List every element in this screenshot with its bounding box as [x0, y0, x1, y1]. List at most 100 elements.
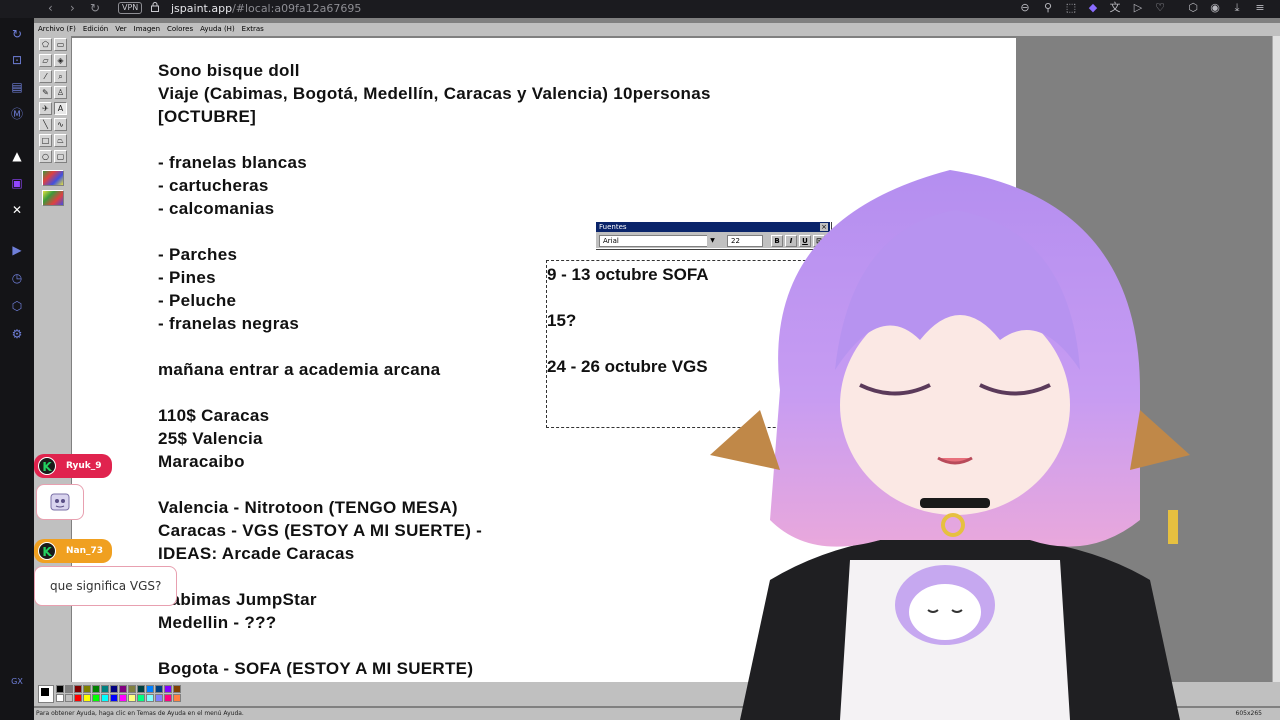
- pencil-tool[interactable]: ✎: [39, 86, 52, 99]
- chat-message-2: que significa VGS?: [34, 566, 177, 606]
- back-icon[interactable]: ‹: [48, 1, 53, 15]
- canvas-line: [158, 128, 711, 151]
- shop-icon[interactable]: ⊡: [9, 52, 25, 68]
- palette-swatch[interactable]: [92, 694, 100, 702]
- palette-swatch[interactable]: [83, 694, 91, 702]
- rectangle-tool[interactable]: □: [39, 134, 52, 147]
- palette-swatch[interactable]: [119, 685, 127, 693]
- send-icon[interactable]: ▷: [1131, 1, 1145, 15]
- x-icon[interactable]: ✕: [9, 202, 25, 218]
- palette-swatch[interactable]: [74, 685, 82, 693]
- canvas-line: Caracas - VGS (ESTOY A MI SUERTE) -: [158, 521, 483, 540]
- canvas-line: [OCTUBRE]: [158, 107, 257, 126]
- translate-icon[interactable]: 文: [1108, 1, 1122, 15]
- reload-icon[interactable]: ↻: [90, 1, 100, 15]
- zoom-icon[interactable]: ⊖: [1018, 1, 1032, 15]
- status-canvas-size: 605x265: [1235, 710, 1262, 717]
- browser-toolbar: ‹ › ↻ VPN jspaint.app/#local:a09fa12a676…: [0, 0, 1280, 18]
- extensions-icon[interactable]: ⬡: [9, 298, 25, 314]
- extra-tool-2[interactable]: [42, 190, 64, 206]
- palette-swatch[interactable]: [56, 694, 64, 702]
- vtuber-avatar: [710, 170, 1190, 720]
- screenshot-icon[interactable]: ⬚: [1064, 1, 1078, 15]
- address-bar[interactable]: jspaint.app/#local:a09fa12a67695: [171, 2, 361, 15]
- palette-swatch[interactable]: [65, 694, 73, 702]
- twitch-icon[interactable]: ▣: [9, 175, 25, 191]
- heart-icon[interactable]: ♡: [1153, 1, 1167, 15]
- palette-swatch[interactable]: [137, 685, 145, 693]
- refresh-icon[interactable]: ↻: [9, 26, 25, 42]
- menu-colors[interactable]: Colores: [167, 25, 193, 33]
- rounded-rectangle-tool[interactable]: ▢: [54, 150, 67, 163]
- palette-swatch[interactable]: [83, 685, 91, 693]
- pin-icon[interactable]: ⚲: [1041, 1, 1055, 15]
- palette-swatch[interactable]: [155, 694, 163, 702]
- color-picker-tool[interactable]: ⁄: [39, 70, 52, 83]
- palette-swatch[interactable]: [101, 694, 109, 702]
- primary-color: [41, 688, 49, 696]
- arc-icon[interactable]: ▲: [9, 148, 25, 164]
- palette-swatch[interactable]: [56, 685, 64, 693]
- current-colors[interactable]: [38, 685, 54, 703]
- canvas-line: 25$ Valencia: [158, 429, 263, 448]
- palette-swatch[interactable]: [119, 694, 127, 702]
- free-select-tool[interactable]: ⬠: [39, 38, 52, 51]
- canvas-line: Cabimas JumpStar: [158, 590, 317, 609]
- magnifier-tool[interactable]: ⌕: [54, 70, 67, 83]
- play-icon[interactable]: ▶: [9, 242, 25, 258]
- settings-icon[interactable]: ⚙: [9, 326, 25, 342]
- brush-tool[interactable]: ♙: [54, 86, 67, 99]
- menu-icon[interactable]: ≡: [1253, 1, 1267, 15]
- canvas-line: [158, 634, 711, 657]
- forward-icon[interactable]: ›: [70, 1, 75, 15]
- palette-swatch[interactable]: [137, 694, 145, 702]
- history-icon[interactable]: ◷: [9, 270, 25, 286]
- polygon-tool[interactable]: ⏢: [54, 134, 67, 147]
- palette-swatch[interactable]: [146, 685, 154, 693]
- palette-swatch[interactable]: [110, 694, 118, 702]
- palette-swatch[interactable]: [92, 685, 100, 693]
- menu-view[interactable]: Ver: [115, 25, 126, 33]
- menu-file[interactable]: Archivo (F): [38, 25, 76, 33]
- canvas-line: Medellin - ???: [158, 613, 277, 632]
- select-tool[interactable]: ▭: [54, 38, 67, 51]
- extra-tool-1[interactable]: [42, 170, 64, 186]
- palette-swatch[interactable]: [173, 694, 181, 702]
- palette-swatch[interactable]: [164, 685, 172, 693]
- curve-tool[interactable]: ∿: [54, 118, 67, 131]
- canvas-line: - cartucheras: [158, 176, 269, 195]
- vertical-scrollbar[interactable]: [1272, 36, 1280, 690]
- lock-icon: [151, 2, 159, 12]
- palette-swatch[interactable]: [65, 685, 73, 693]
- palette-swatch[interactable]: [173, 685, 181, 693]
- vpn-badge[interactable]: VPN: [118, 2, 143, 14]
- palette-swatch[interactable]: [164, 694, 172, 702]
- shield-icon[interactable]: ◆: [1086, 1, 1100, 15]
- eraser-tool[interactable]: ▱: [39, 54, 52, 67]
- wallet-icon[interactable]: ▤: [9, 79, 25, 95]
- ellipse-tool[interactable]: ○: [39, 150, 52, 163]
- line-tool[interactable]: ╲: [39, 118, 52, 131]
- download-icon[interactable]: ⤓: [1230, 1, 1244, 15]
- menu-edit[interactable]: Edición: [83, 25, 108, 33]
- airbrush-tool[interactable]: ✈: [39, 102, 52, 115]
- menu-image[interactable]: Imagen: [134, 25, 160, 33]
- canvas-line: - calcomanias: [158, 199, 275, 218]
- fill-tool[interactable]: ◈: [54, 54, 67, 67]
- menu-extras[interactable]: Extras: [242, 25, 264, 33]
- palette-swatch[interactable]: [101, 685, 109, 693]
- palette-swatch[interactable]: [128, 685, 136, 693]
- menu-help[interactable]: Ayuda (H): [200, 25, 235, 33]
- profile-icon[interactable]: ◉: [1208, 1, 1222, 15]
- text-tool[interactable]: A: [54, 102, 67, 115]
- palette-swatch[interactable]: [110, 685, 118, 693]
- palette-swatch[interactable]: [74, 694, 82, 702]
- messenger-icon[interactable]: Ⓜ: [9, 106, 25, 122]
- palette-swatch[interactable]: [128, 694, 136, 702]
- extensions-icon[interactable]: ⬡: [1186, 1, 1200, 15]
- chat-user-2: K Nan_73: [34, 539, 112, 563]
- palette-swatch[interactable]: [146, 694, 154, 702]
- palette-swatch[interactable]: [155, 685, 163, 693]
- gx-icon[interactable]: GX: [9, 674, 25, 690]
- status-help: Para obtener Ayuda, haga clic en Temas d…: [36, 710, 244, 717]
